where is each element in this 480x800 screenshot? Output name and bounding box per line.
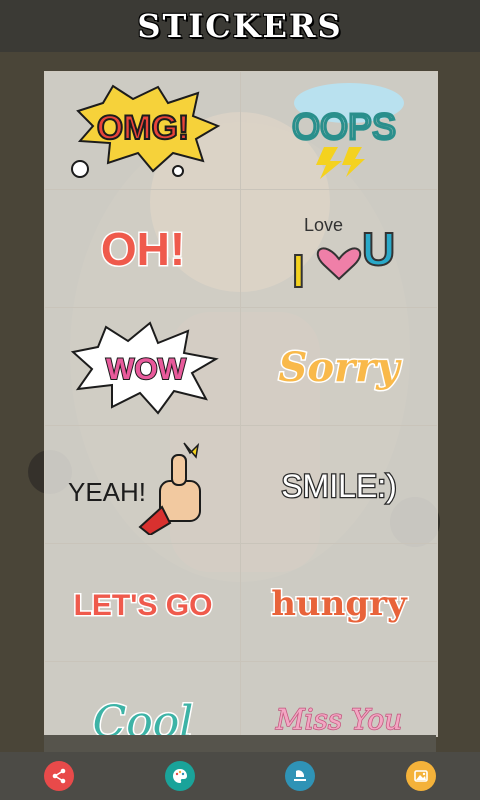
sticker-love-you[interactable]: Love I U: [241, 190, 437, 308]
sparkle-icon: [182, 442, 199, 459]
wow-text: WOW: [106, 353, 187, 386]
oh-text: OH!: [100, 223, 184, 275]
oops-lightning-bolt-2: [342, 146, 365, 177]
sticker-smile[interactable]: SMILE:): [241, 426, 437, 544]
sticker-oh[interactable]: OH!: [45, 190, 241, 308]
bottom-toolbar: [0, 752, 480, 800]
sorry-text: Sorry: [279, 344, 403, 391]
gallery-button[interactable]: [405, 761, 436, 791]
hungry-sticker-art: hungry: [270, 582, 410, 625]
thumbs-up-thumb: [170, 453, 187, 486]
love-letter-i: I: [292, 245, 305, 297]
lets-go-sticker-art: LET'S GO: [72, 587, 214, 623]
miss-you-text: Miss You: [275, 703, 402, 736]
yeah-sticker-art: YEAH!: [68, 442, 201, 535]
hungry-text: hungry: [271, 584, 408, 624]
sorry-sticker-art: Sorry: [277, 342, 404, 392]
omg-puff-cloud: [70, 159, 89, 178]
gallery-icon: [414, 770, 428, 782]
sticker-omg[interactable]: OMG!: [45, 72, 241, 190]
sticker-grid: OMG! OOPS OH! Love I U WOW Sorry YEAH! S…: [44, 71, 438, 780]
oh-sticker-art: OH!: [99, 221, 186, 276]
sticker-sorry[interactable]: Sorry: [241, 308, 437, 426]
smile-sticker-art: SMILE:): [280, 466, 398, 505]
layers-button[interactable]: [285, 761, 316, 791]
sticker-hungry[interactable]: hungry: [241, 544, 437, 662]
smile-text: SMILE:): [281, 468, 397, 504]
lets-go-text: LET'S GO: [73, 589, 212, 622]
sticker-oops[interactable]: OOPS: [241, 72, 437, 190]
love-text: Love: [304, 215, 343, 235]
app-header: STICKERS: [0, 0, 480, 52]
sticker-wow[interactable]: WOW: [45, 308, 241, 426]
share-button[interactable]: [44, 761, 74, 791]
share-icon: [52, 768, 66, 784]
sticker-lets-go[interactable]: LET'S GO: [45, 544, 241, 662]
heart-icon: [316, 247, 362, 280]
omg-sticker-art: OMG!: [70, 84, 220, 178]
palette-icon: [172, 769, 187, 783]
love-letter-u: U: [362, 223, 395, 275]
wow-sticker-art: WOW: [70, 320, 219, 415]
omg-puff-cloud-small: [171, 164, 184, 177]
layers-icon: [294, 770, 307, 781]
sticker-yeah[interactable]: YEAH!: [45, 426, 241, 544]
grid-bottom-strip: [44, 735, 436, 752]
page-title: STICKERS: [137, 7, 343, 45]
palette-button[interactable]: [164, 761, 195, 791]
omg-text: OMG!: [96, 109, 189, 147]
yeah-text: YEAH!: [68, 477, 146, 507]
oops-lightning-bolt: [316, 146, 342, 179]
oops-sticker-art: OOPS: [290, 82, 404, 179]
oops-text: OOPS: [292, 106, 396, 147]
love-you-sticker-art: Love I U: [291, 215, 396, 298]
